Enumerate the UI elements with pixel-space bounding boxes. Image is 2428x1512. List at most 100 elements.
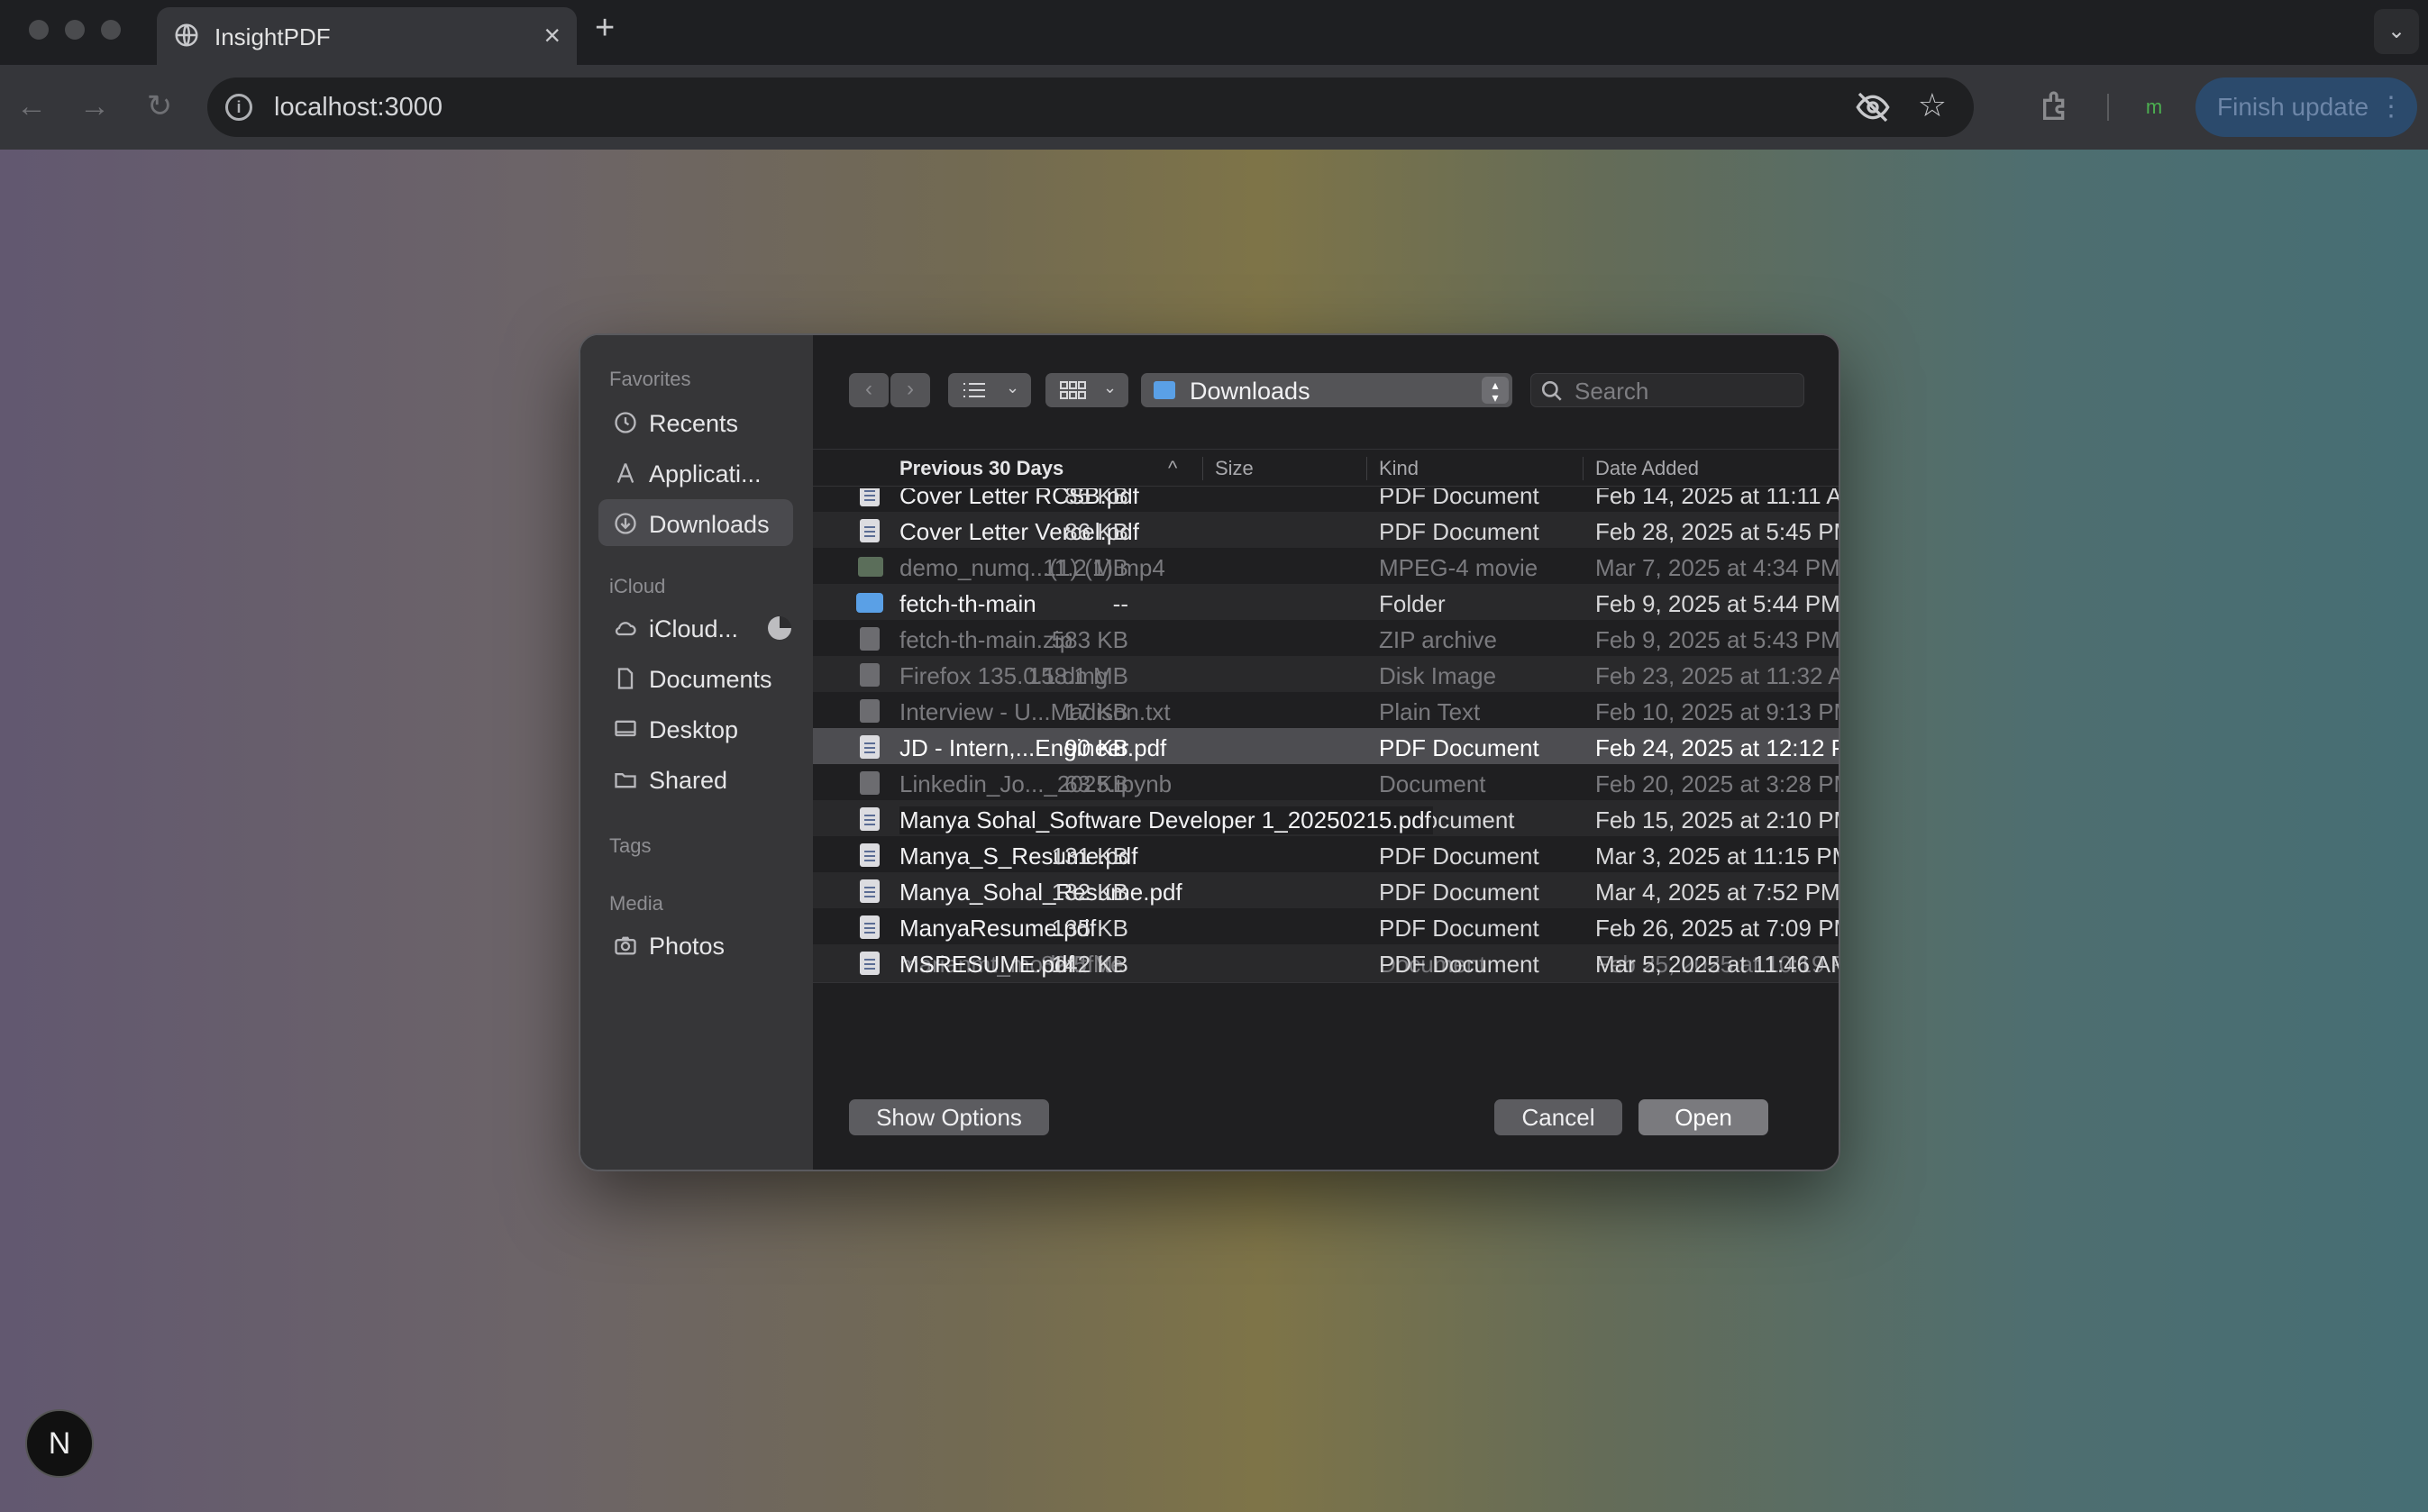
text-file-icon xyxy=(860,699,880,723)
sidebar-item-applications[interactable]: Applicati... xyxy=(598,449,793,496)
file-date-added: Feb 24, 2025 at 12:12 PM xyxy=(1595,734,1840,761)
file-row[interactable]: Manya_Sohal_Resume.pdf 132 KB PDF Docume… xyxy=(813,872,1839,908)
zoom-window-button[interactable] xyxy=(101,20,121,40)
sidebar-item-desktop[interactable]: Desktop xyxy=(598,705,793,751)
extensions-icon[interactable] xyxy=(2039,88,2075,124)
url-text[interactable]: localhost:3000 xyxy=(274,93,443,123)
pdf-file-icon xyxy=(860,843,880,867)
sidebar-item-recents[interactable]: Recents xyxy=(598,398,793,445)
sidebar-item-photos[interactable]: Photos xyxy=(598,921,793,968)
more-menu-icon[interactable]: ⋮ xyxy=(2378,77,2405,137)
file-date-added: Feb 10, 2025 at 9:13 PM xyxy=(1595,698,1840,725)
column-divider[interactable] xyxy=(1583,457,1584,480)
sidebar-item-label: Desktop xyxy=(649,716,739,743)
file-size: 142 KB xyxy=(1051,951,1128,978)
file-kind: Plain Text xyxy=(1379,698,1481,725)
pdf-file-icon xyxy=(860,807,880,831)
search-input[interactable] xyxy=(1575,378,1791,405)
sidebar-item-icloud-drive[interactable]: iCloud... xyxy=(598,604,793,651)
pdf-file-icon xyxy=(860,915,880,939)
tab-search-button[interactable]: ⌄ xyxy=(2374,9,2419,54)
back-nav-button[interactable]: ‹ xyxy=(849,373,889,407)
file-row[interactable]: Manya_S_Resume.pdf 131 KB PDF Document M… xyxy=(813,836,1839,872)
shared-folder-icon xyxy=(615,773,636,788)
new-tab-button[interactable]: + xyxy=(595,9,615,48)
file-size: 131 KB xyxy=(1051,843,1128,870)
profile-avatar[interactable]: m xyxy=(2134,88,2174,128)
finish-update-button[interactable]: Finish update ⋮ xyxy=(2195,77,2417,137)
file-date-added: Mar 5, 2025 at 11:46 AM xyxy=(1595,951,1840,978)
file-name-expanded: Manya Sohal_Software Developer 1_2025021… xyxy=(899,806,1433,834)
site-info-icon[interactable]: i xyxy=(225,94,252,121)
bookmark-star-icon[interactable]: ☆ xyxy=(1918,87,1947,124)
file-size: 11.2 MB xyxy=(1043,554,1128,581)
cancel-button[interactable]: Cancel xyxy=(1494,1099,1622,1135)
file-row: Firefox 135.0.1.dmg 158.1 MB Disk Image … xyxy=(813,656,1839,692)
pdf-file-icon xyxy=(860,488,880,506)
open-button[interactable]: Open xyxy=(1638,1099,1768,1135)
folder-icon xyxy=(856,593,883,613)
file-row: demo_numq...(1) (1).mp4 11.2 MB MPEG-4 m… xyxy=(813,548,1839,584)
browser-tab[interactable]: InsightPDF × xyxy=(157,7,577,65)
file-row[interactable]: Cover Letter Vercel.pdf 86 KB PDF Docume… xyxy=(813,512,1840,548)
close-window-button[interactable] xyxy=(29,20,49,40)
chevron-down-icon: ⌄ xyxy=(1103,378,1118,396)
list-view-button[interactable]: ⌄ xyxy=(948,373,1031,407)
location-popup[interactable]: Downloads ▴ ▾ xyxy=(1141,373,1512,407)
column-header-size[interactable]: Size xyxy=(1215,457,1254,480)
file-name: Linkedin_Jo..._2025.ipynb xyxy=(899,770,1173,797)
disk-image-icon xyxy=(860,663,880,687)
address-bar[interactable]: i localhost:3000 ☆ xyxy=(207,77,1974,137)
sidebar-item-label: Shared xyxy=(649,767,728,794)
file-kind: Folder xyxy=(1379,590,1446,617)
tab-strip: InsightPDF × + ⌄ xyxy=(0,0,2428,65)
eye-off-icon[interactable] xyxy=(1855,92,1891,123)
file-name: Interview - U...Madison.txt xyxy=(899,698,1171,725)
column-divider[interactable] xyxy=(1202,457,1203,480)
desktop-icon xyxy=(615,720,636,737)
cloud-icon xyxy=(615,622,636,636)
folder-row[interactable]: fetch-th-main -- Folder Feb 9, 2025 at 5… xyxy=(813,584,1840,620)
chevron-down-icon: ⌄ xyxy=(1006,378,1020,396)
file-kind: MPEG-4 movie xyxy=(1379,554,1538,581)
search-field[interactable] xyxy=(1530,373,1804,407)
file-row-selected[interactable]: JD - Intern,...Engineer.pdf 90 KB PDF Do… xyxy=(813,728,1840,764)
file-kind: PDF Document xyxy=(1379,488,1539,509)
file-row[interactable]: Document Feb 15, 2025 at 2:10 PM Manya S… xyxy=(813,800,1839,836)
column-divider[interactable] xyxy=(1366,457,1367,480)
forward-button[interactable]: → xyxy=(74,87,115,128)
file-row[interactable]: ManyaResume.pdf 135 KB PDF Document Feb … xyxy=(813,908,1839,944)
sidebar-heading-icloud: iCloud xyxy=(609,575,666,597)
reload-button[interactable]: ↻ xyxy=(139,87,180,128)
sync-progress-icon xyxy=(768,616,791,640)
column-header-kind[interactable]: Kind xyxy=(1379,457,1419,480)
file-date-added: Feb 28, 2025 at 5:45 PM xyxy=(1595,518,1840,545)
sidebar-item-documents[interactable]: Documents xyxy=(598,654,793,701)
dialog-browser-pane: ‹ › ⌄ ⌄ Downloads ▴▾ Previous 30 Days ^ … xyxy=(813,335,1840,1170)
file-date-added: Feb 9, 2025 at 5:44 PM xyxy=(1595,590,1840,617)
column-header-date-added[interactable]: Date Added xyxy=(1595,457,1699,480)
file-kind: PDF Document xyxy=(1379,518,1539,545)
sidebar-item-label: iCloud... xyxy=(649,615,739,642)
sidebar-item-shared[interactable]: Shared xyxy=(598,755,793,802)
sidebar-item-label: Applicati... xyxy=(649,460,762,487)
sort-ascending-icon[interactable]: ^ xyxy=(1168,457,1177,480)
nextjs-dev-badge[interactable]: N xyxy=(25,1409,94,1478)
footer-divider xyxy=(813,982,1839,983)
file-size: 86 KB xyxy=(1064,518,1128,545)
close-tab-icon[interactable]: × xyxy=(543,19,561,52)
forward-nav-button[interactable]: › xyxy=(890,373,930,407)
clock-icon xyxy=(615,412,636,433)
back-button[interactable]: ← xyxy=(11,87,52,128)
file-kind: PDF Document xyxy=(1379,915,1539,942)
column-header-name[interactable]: Previous 30 Days xyxy=(899,457,1063,480)
file-size: -- xyxy=(1112,590,1128,617)
sidebar-item-downloads[interactable]: Downloads xyxy=(598,499,793,546)
file-date-added: Feb 14, 2025 at 11:11 AM xyxy=(1595,488,1840,509)
group-by-button[interactable]: ⌄ xyxy=(1045,373,1128,407)
applications-icon xyxy=(616,463,634,483)
minimize-window-button[interactable] xyxy=(65,20,85,40)
file-row[interactable]: Cover Letter RCSB.pdf 85 KB PDF Document… xyxy=(813,488,1840,512)
show-options-button[interactable]: Show Options xyxy=(849,1099,1049,1135)
file-row[interactable]: MSRESUME.pdf 142 KB PDF Document Mar 5, 202… xyxy=(813,944,1840,980)
